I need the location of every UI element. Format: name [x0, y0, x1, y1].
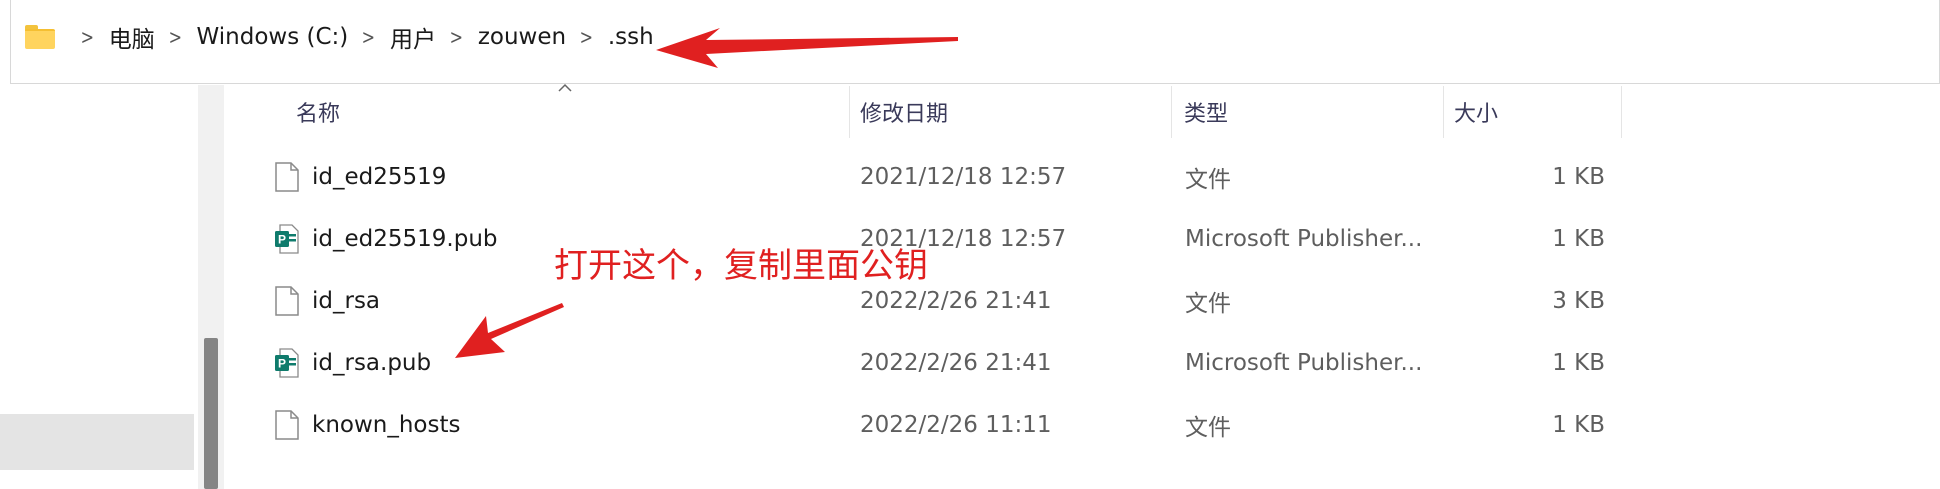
arrow-to-ssh-icon: [656, 28, 958, 68]
arrow-to-pubkey-icon: [455, 303, 564, 358]
annotation-text: 打开这个，复制里面公钥: [554, 246, 928, 286]
annotation-arrows: [455, 28, 958, 358]
